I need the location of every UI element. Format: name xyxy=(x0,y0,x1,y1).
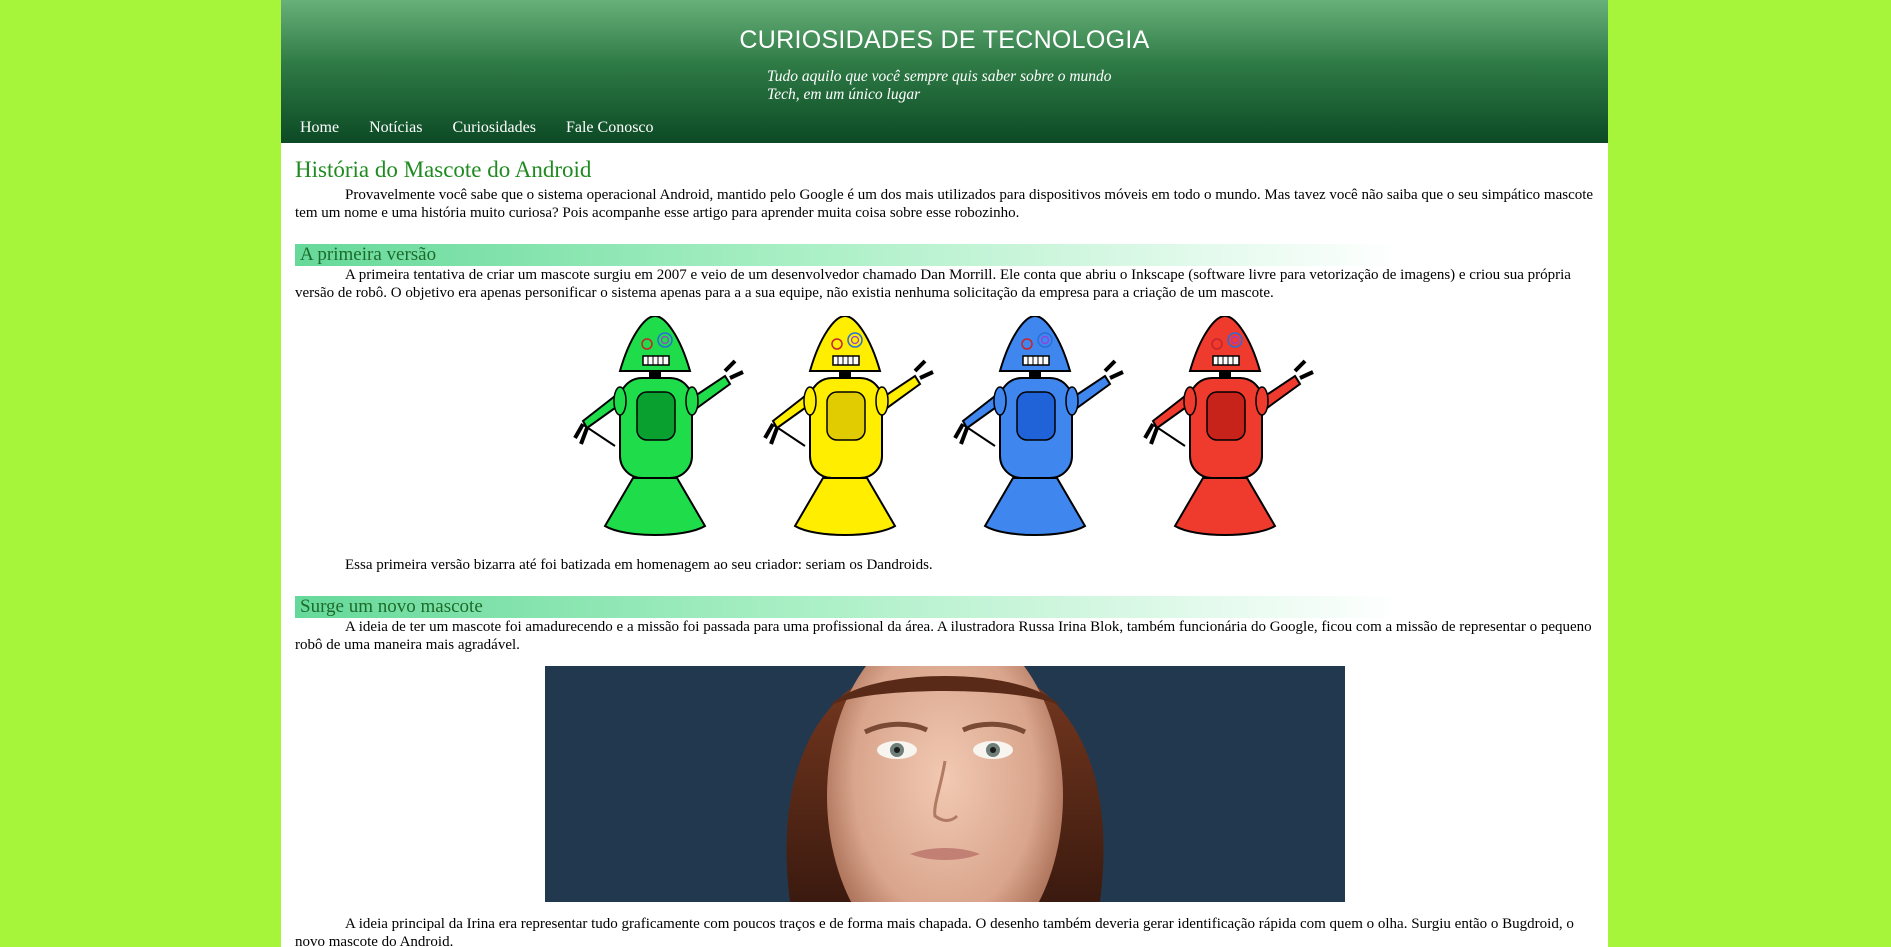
main-nav: Home Notícias Curiosidades Fale Conosco xyxy=(300,119,684,137)
section-text: A ideia de ter um mascote foi amadurecen… xyxy=(295,619,1592,653)
nav-fale-conosco[interactable]: Fale Conosco xyxy=(566,119,654,137)
section-primeira-versao: A primeira versão A primeira tentativa d… xyxy=(295,244,1594,574)
section-text: A primeira tentativa de criar um mascote… xyxy=(295,267,1571,301)
article-content: História do Mascote do Android Provavelm… xyxy=(281,143,1608,947)
irina-blok-photo xyxy=(544,666,1345,902)
dandroid-robot-3 xyxy=(952,316,1124,536)
section-novo-mascote: Surge um novo mascote A ideia de ter um … xyxy=(295,596,1594,947)
tagline-line-1: Tudo aquilo que você sempre quis saber s… xyxy=(767,68,1112,85)
section-heading: A primeira versão xyxy=(295,244,1400,266)
portrait-photo xyxy=(544,666,1345,902)
page-container: CURIOSIDADES DE TECNOLOGIA Tudo aquilo q… xyxy=(281,0,1608,947)
nav-home[interactable]: Home xyxy=(300,119,339,137)
article-title: História do Mascote do Android xyxy=(295,157,592,182)
dandroids-illustration xyxy=(572,316,1314,536)
site-title: CURIOSIDADES DE TECNOLOGIA xyxy=(739,26,1150,54)
dandroid-robot-1 xyxy=(572,316,744,536)
section-heading: Surge um novo mascote xyxy=(295,596,1400,618)
nav-noticias[interactable]: Notícias xyxy=(369,119,422,137)
dandroids-caption: Essa primeira versão bizarra até foi bat… xyxy=(345,557,933,573)
article-intro: Provavelmente você sabe que o sistema op… xyxy=(295,187,1594,221)
site-tagline: Tudo aquilo que você sempre quis saber s… xyxy=(767,68,1147,104)
dandroid-robot-2 xyxy=(762,316,934,536)
site-header: CURIOSIDADES DE TECNOLOGIA Tudo aquilo q… xyxy=(281,0,1608,143)
nav-curiosidades[interactable]: Curiosidades xyxy=(452,119,536,137)
dandroid-robot-4 xyxy=(1142,316,1314,536)
tagline-line-2: Tech, em um único lugar xyxy=(767,86,921,103)
dandroids-image xyxy=(295,316,1594,546)
section-text-after-photo: A ideia principal da Irina era represent… xyxy=(295,916,1574,947)
